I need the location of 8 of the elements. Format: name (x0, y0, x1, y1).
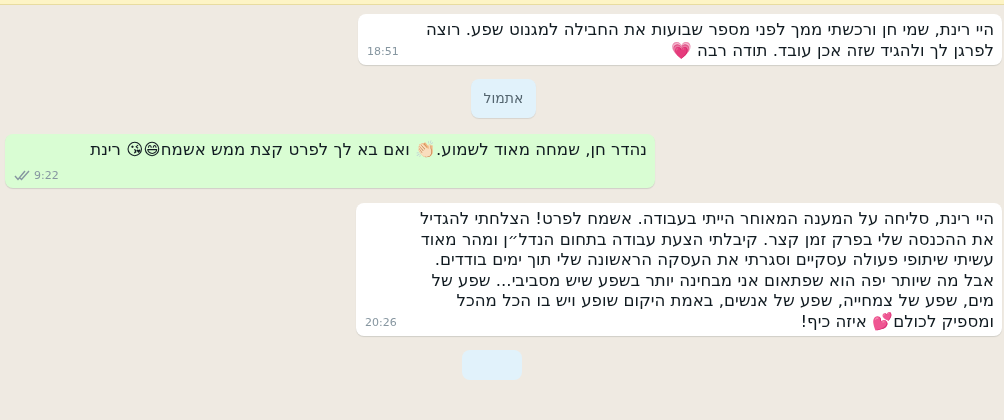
message-time: 9:22 (34, 167, 59, 184)
message-time: 20:26 (365, 314, 397, 331)
date-label: אתמול (470, 79, 537, 118)
message-text: היי רינת, סליחה על המענה המאוחר הייתי בעבודה. אשמח לפרט! הצלחתי להגדיל את ההכנסה שלי בפרק זמן קצר. קיבלתי הצעת עבודה בתחום הנדל״ן ומהר מאוד עשיתי שיתופי פעולה עסקיים וסגרתי את העסקה הראשונה שלי תוך ימים בודדים. אבל מה שיותר יפה הוא שפתאום אני מבחינה יותר בשפע שיש מסביבי... שפע של מים, שפע של צמחייה, שפע של אנשים, באמת היקום שופע ויש בו הכל מהכל ומספיק לכולם💕 איזה כיף! (418, 209, 994, 332)
date-label (461, 350, 522, 380)
message-text: היי רינת, שמי חן ורכשתי ממך לפני מספר שבועות את החבילה למגנוט שפע. רוצה לפרגן לך ולהגיד שזה אכן עובד. תודה רבה 💗 (425, 20, 994, 61)
message-text: נהדר חן, שמחה מאוד לשמוע.👏🏻 ואם בא לך לפרט קצת ממש אשמח😄😘 רינת (89, 140, 647, 161)
message-time: 18:51 (367, 43, 399, 60)
